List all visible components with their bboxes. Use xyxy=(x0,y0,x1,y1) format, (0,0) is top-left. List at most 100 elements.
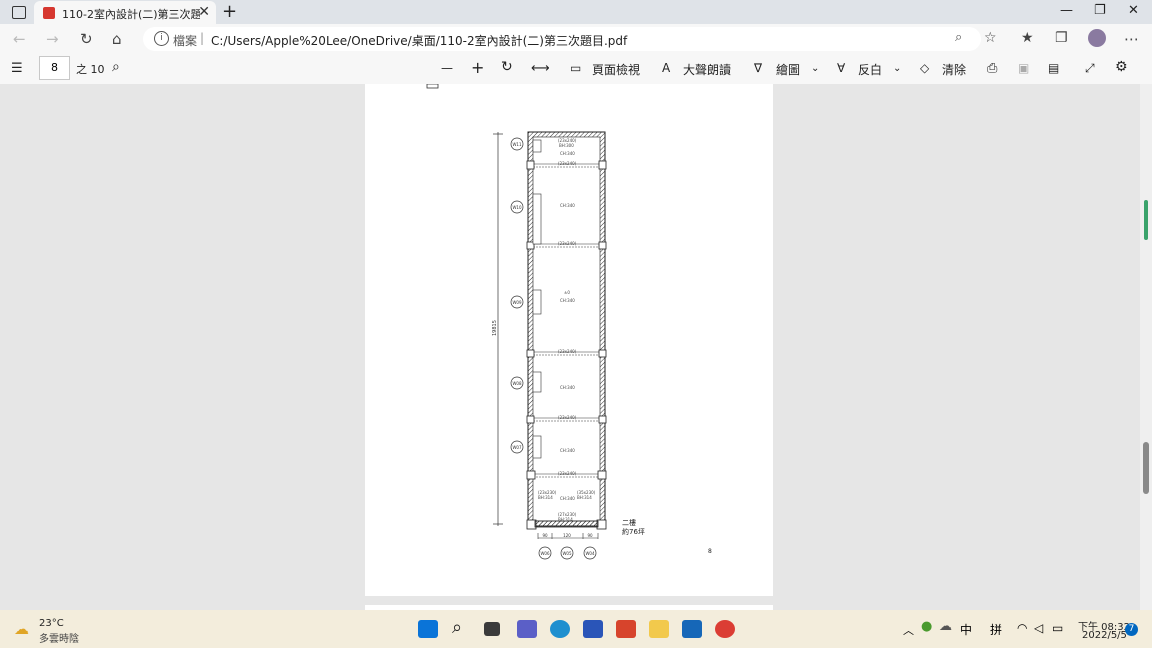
weather-icon[interactable]: ☁ xyxy=(14,620,29,638)
maximize-button[interactable]: ❐ xyxy=(1094,3,1106,18)
window-marker: W05 xyxy=(562,551,572,556)
scroll-thumb[interactable] xyxy=(1143,442,1149,494)
area-label: 約76坪 xyxy=(622,527,645,536)
svg-text:(23x240): (23x240) xyxy=(558,161,577,166)
office-icon[interactable] xyxy=(616,620,636,638)
svg-text:BH:314: BH:314 xyxy=(577,495,592,500)
zoom-in-button[interactable]: + xyxy=(471,58,484,77)
rotate-icon[interactable]: ↻ xyxy=(501,59,513,75)
zoom-out-button[interactable]: — xyxy=(441,61,453,75)
draw-chevron-down-icon[interactable]: ⌄ xyxy=(811,63,819,74)
room-label: CH:340 xyxy=(560,151,575,156)
wifi-icon[interactable]: ◠ xyxy=(1017,621,1027,635)
window-marker: W08 xyxy=(512,381,522,386)
page-total: 之 10 xyxy=(76,63,105,76)
page-indicator xyxy=(1144,200,1148,240)
favorites-icon[interactable]: ★ xyxy=(1021,30,1034,46)
minimize-button[interactable]: — xyxy=(1060,3,1073,18)
highlight-button[interactable]: 反白 xyxy=(858,61,882,78)
url-text[interactable]: C:/Users/Apple%20Lee/OneDrive/桌面/110-2室內… xyxy=(211,32,627,49)
pdf-viewer[interactable]: (23x240) BH:300 (23x240) (23x240) (23x240… xyxy=(0,84,1152,610)
tab-close-button[interactable]: ✕ xyxy=(198,4,210,20)
tab-actions-icon[interactable] xyxy=(12,6,26,19)
save-as-icon[interactable]: ▤ xyxy=(1048,61,1059,75)
title-bar: 110-2室內設計(二)第三次題目.pdf ✕ + — ❐ ✕ xyxy=(0,0,1152,25)
page-number-input[interactable]: 8 xyxy=(39,56,70,80)
room-label: CH:340 xyxy=(560,496,575,501)
refresh-icon[interactable]: ↻ xyxy=(80,30,93,48)
fit-width-icon[interactable]: ⟷ xyxy=(531,61,550,76)
home-icon[interactable]: ⌂ xyxy=(112,30,122,48)
ime-pin[interactable]: 拼 xyxy=(990,621,1002,638)
volume-icon[interactable]: ◁ xyxy=(1034,621,1043,635)
page-view-icon: ▭ xyxy=(570,61,582,75)
svg-text:BH:314: BH:314 xyxy=(538,495,553,500)
edge-icon[interactable] xyxy=(550,620,570,638)
vertical-dimension: 19815 xyxy=(492,320,498,336)
read-aloud-button[interactable]: 大聲朗讀 xyxy=(683,61,731,78)
fullscreen-icon[interactable]: ⤢ xyxy=(1085,61,1095,76)
window-marker: W10 xyxy=(512,205,522,210)
weather-temp[interactable]: 23°C xyxy=(39,618,64,629)
back-icon[interactable]: ← xyxy=(13,30,26,48)
tray-app-icon[interactable]: ● xyxy=(921,619,932,634)
tray-sync-icon[interactable]: ☁ xyxy=(939,619,952,634)
favorite-add-icon[interactable]: ☆ xyxy=(984,30,997,46)
task-view-icon[interactable] xyxy=(484,622,500,636)
weather-desc: 多雲時陰 xyxy=(39,634,79,645)
window-marker: W07 xyxy=(512,445,522,450)
highlight-icon: ∀ xyxy=(837,61,846,75)
file-explorer-icon[interactable] xyxy=(649,620,669,638)
draw-icon: ∇ xyxy=(754,61,763,75)
notification-badge[interactable]: 7 xyxy=(1125,623,1138,636)
mail-icon[interactable] xyxy=(682,620,702,638)
zoom-icon[interactable]: ⌕ xyxy=(955,30,962,45)
start-icon[interactable] xyxy=(418,620,438,638)
room-label: CH:340 xyxy=(560,298,575,303)
pdf-toolbar: ☰ 8 之 10 ⌕ — + ↻ ⟷ ▭ 頁面檢視 A 大聲朗讀 ∇ 繪圖 ⌄ … xyxy=(0,54,1152,85)
tab-title: 110-2室內設計(二)第三次題目.pdf xyxy=(62,8,200,21)
search-icon[interactable]: ⌕ xyxy=(112,59,120,75)
floor-label: 二樓 xyxy=(622,518,636,527)
read-aloud-icon: A xyxy=(662,61,671,75)
clock-date[interactable]: 2022/5/5 xyxy=(1082,630,1127,641)
bottom-dimension: 90 xyxy=(587,533,593,538)
close-window-button[interactable]: ✕ xyxy=(1128,3,1139,18)
zero-label: ±0 xyxy=(564,290,570,295)
window-marker: W11 xyxy=(512,142,522,147)
highlight-chevron-down-icon[interactable]: ⌄ xyxy=(893,63,901,74)
window-marker: W09 xyxy=(512,300,522,305)
draw-button[interactable]: 繪圖 xyxy=(776,61,800,78)
chevron-up-icon[interactable]: ︿ xyxy=(903,622,914,638)
pdf-icon xyxy=(43,7,55,19)
settings-gear-icon[interactable]: ⚙ xyxy=(1115,59,1128,75)
print-icon[interactable]: ⎙ xyxy=(987,61,997,76)
page-number: 8 xyxy=(708,548,712,555)
chrome-icon[interactable] xyxy=(715,620,735,638)
bottom-dimension: 90 xyxy=(542,533,548,538)
svg-text:BH:300: BH:300 xyxy=(559,143,574,148)
erase-button[interactable]: 清除 xyxy=(942,61,966,78)
battery-icon[interactable]: ▭ xyxy=(1052,621,1063,635)
new-tab-button[interactable]: + xyxy=(222,1,237,22)
url-bar[interactable]: i 檔案 | C:/Users/Apple%20Lee/OneDrive/桌面/… xyxy=(143,27,981,51)
floor-plan-drawing: (23x240) BH:300 (23x240) (23x240) (23x240… xyxy=(426,84,712,560)
room-label: CH:340 xyxy=(560,385,575,390)
vertical-scrollbar[interactable] xyxy=(1140,84,1152,610)
page-view-button[interactable]: 頁面檢視 xyxy=(592,61,640,78)
collections-icon[interactable]: ❐ xyxy=(1055,30,1068,46)
tab-pdf[interactable]: 110-2室內設計(二)第三次題目.pdf ✕ xyxy=(34,1,216,25)
svg-text:(23x240): (23x240) xyxy=(558,471,577,476)
forward-icon[interactable]: → xyxy=(46,30,59,48)
search-icon[interactable]: ⌕ xyxy=(452,617,462,638)
window-marker: W04 xyxy=(585,551,595,556)
avatar[interactable] xyxy=(1088,29,1106,47)
app-icon[interactable] xyxy=(583,620,603,638)
ime-zhong[interactable]: 中 xyxy=(960,621,972,638)
more-icon[interactable]: ⋯ xyxy=(1124,30,1139,48)
contents-icon[interactable]: ☰ xyxy=(11,61,23,76)
chat-icon[interactable] xyxy=(517,620,537,638)
save-icon[interactable]: ▣ xyxy=(1018,61,1029,75)
info-icon[interactable]: i xyxy=(154,31,169,46)
bottom-dimension: 120 xyxy=(563,533,571,538)
